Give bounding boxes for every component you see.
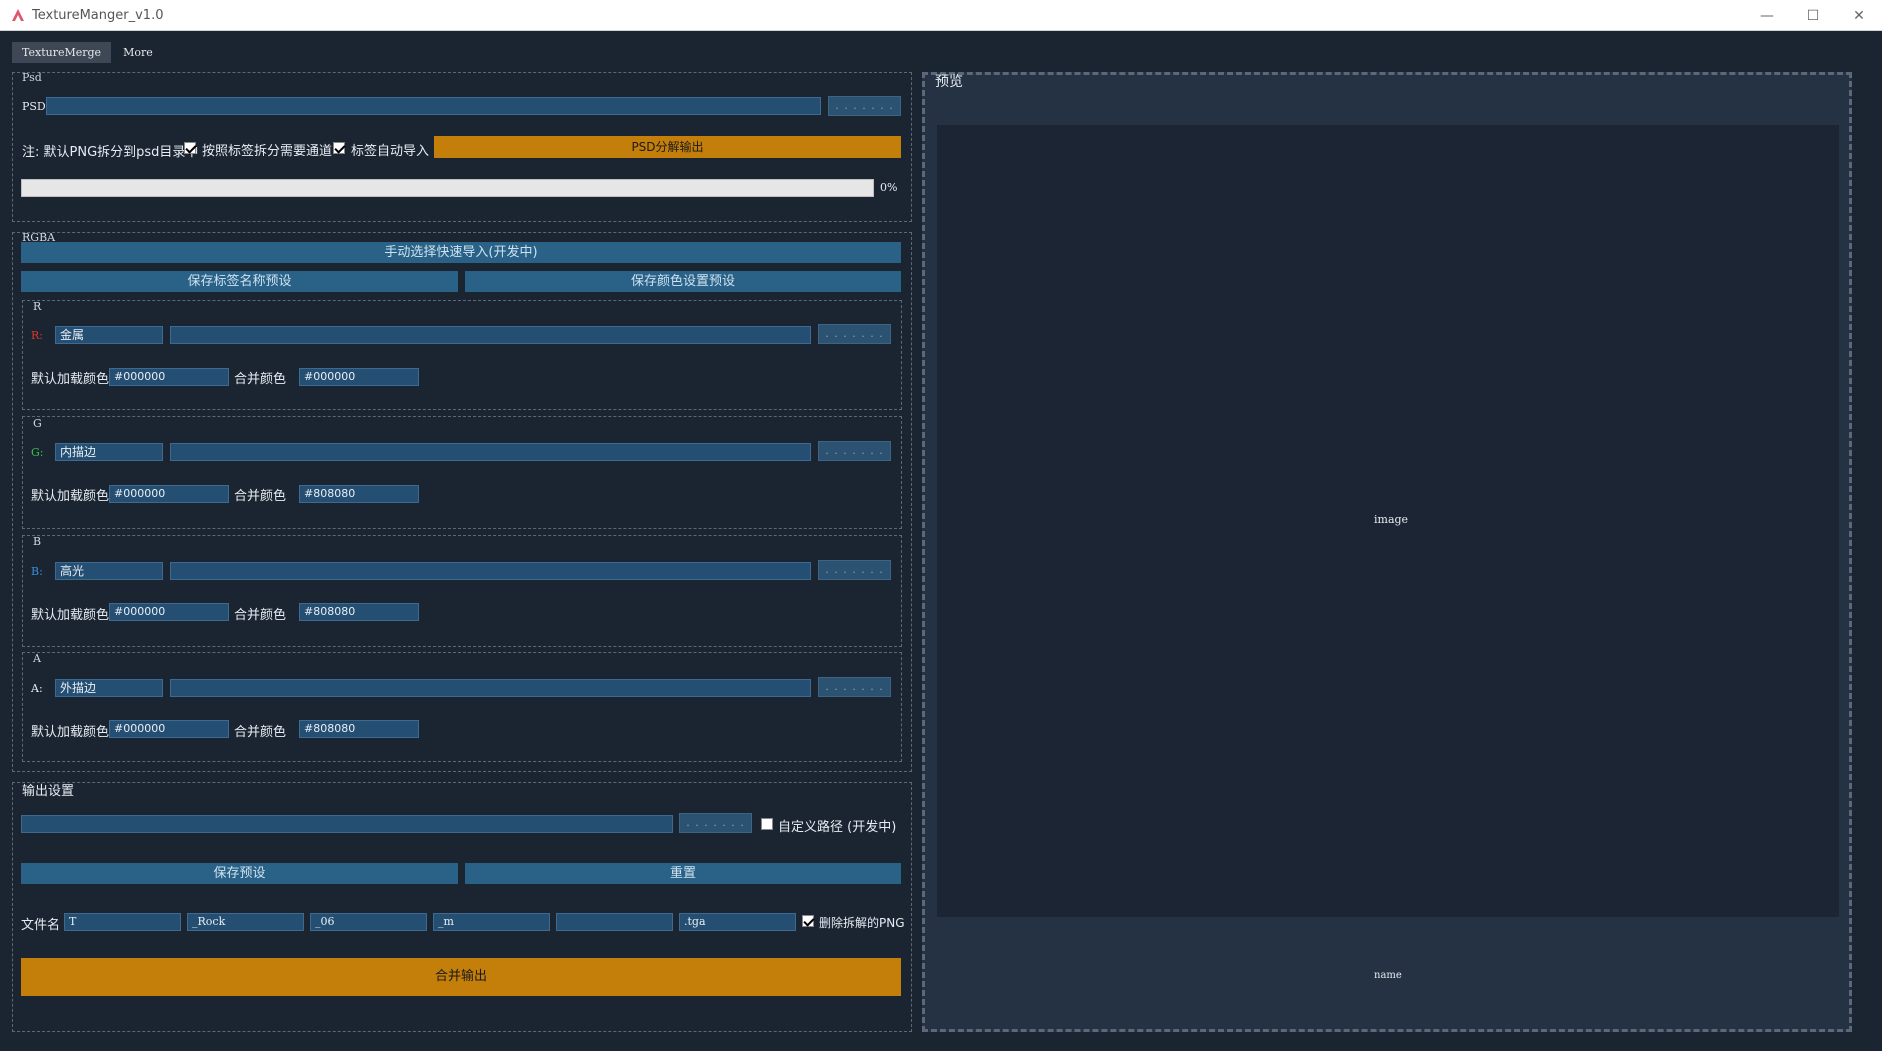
channel-b-merge-color-label: 合并颜色 <box>234 608 287 623</box>
channel-r-default-color-input[interactable]: #000000 <box>109 368 229 386</box>
channel-a-group-label: A <box>33 652 41 665</box>
channel-b-group <box>22 535 902 647</box>
tab-bar: TextureMerge More <box>12 42 163 63</box>
channel-g-path-input[interactable] <box>170 443 811 461</box>
psd-export-button[interactable]: PSD分解输出 <box>434 136 901 158</box>
output-group-label: 输出设置 <box>22 784 75 799</box>
channel-r-merge-color-label: 合并颜色 <box>234 372 287 387</box>
channel-r-group <box>22 300 902 410</box>
channel-g-merge-color-input[interactable]: #808080 <box>299 485 419 503</box>
minimize-button[interactable]: — <box>1744 0 1790 31</box>
image-placeholder: image <box>1374 513 1409 526</box>
channel-g-group-label: G <box>33 417 42 430</box>
channel-g-tag-input[interactable]: 内描边 <box>55 443 163 461</box>
channel-g-prefix: G: <box>31 446 44 459</box>
channel-b-default-color-input[interactable]: #000000 <box>109 603 229 621</box>
channel-a-group <box>22 652 902 762</box>
channel-b-tag-input[interactable]: 高光 <box>55 562 163 580</box>
custom-path-checkbox[interactable] <box>761 818 773 830</box>
custom-path-label: 自定义路径 (开发中) <box>778 820 897 835</box>
channel-r-merge-color-input[interactable]: #000000 <box>299 368 419 386</box>
window-title: TextureManger_v1.0 <box>32 7 164 23</box>
psd-field-label: PSD <box>22 100 46 113</box>
channel-a-default-color-input[interactable]: #000000 <box>109 720 229 738</box>
channel-a-merge-color-input[interactable]: #808080 <box>299 720 419 738</box>
tab-more[interactable]: More <box>113 42 163 63</box>
channel-a-default-color-label: 默认加载颜色 <box>31 725 110 740</box>
filename-label: 文件名 <box>21 918 61 933</box>
channel-b-browse-button[interactable]: . . . . . . . <box>818 560 891 580</box>
save-preset-button[interactable]: 保存预设 <box>21 863 458 884</box>
psd-path-input[interactable] <box>46 97 821 115</box>
psd-browse-button[interactable]: . . . . . . . <box>828 96 901 116</box>
app-icon <box>12 9 24 21</box>
channel-b-merge-color-input[interactable]: #808080 <box>299 603 419 621</box>
merge-output-button[interactable]: 合并输出 <box>21 958 901 996</box>
channel-a-browse-button[interactable]: . . . . . . . <box>818 677 891 697</box>
progress-label: 0% <box>880 181 898 194</box>
quick-import-button[interactable]: 手动选择快速导入(开发中) <box>21 242 901 263</box>
tab-texturemerge[interactable]: TextureMerge <box>12 42 112 63</box>
close-button[interactable]: ✕ <box>1836 0 1882 31</box>
maximize-button[interactable]: ☐ <box>1790 0 1836 31</box>
save-color-preset-button[interactable]: 保存颜色设置预设 <box>465 271 901 292</box>
psd-group-label: Psd <box>22 71 42 84</box>
psd-progress-bar <box>21 179 874 197</box>
filename-part-2[interactable]: _Rock <box>187 913 304 931</box>
filename-part-6[interactable]: .tga <box>679 913 796 931</box>
channel-b-path-input[interactable] <box>170 562 811 580</box>
channel-r-group-label: R <box>33 300 42 313</box>
channel-r-prefix: R: <box>31 329 43 342</box>
preview-label: 预览 <box>935 74 963 90</box>
split-by-tag-checkbox[interactable] <box>184 142 196 154</box>
psd-note: 注: 默认PNG拆分到psd目录中 <box>22 145 199 160</box>
channel-g-merge-color-label: 合并颜色 <box>234 489 287 504</box>
name-placeholder: name <box>1374 970 1402 981</box>
preview-image-area: image <box>937 125 1839 917</box>
channel-r-path-input[interactable] <box>170 326 811 344</box>
filename-part-3[interactable]: _06 <box>310 913 427 931</box>
channel-b-prefix: B: <box>31 565 43 578</box>
channel-b-default-color-label: 默认加载颜色 <box>31 608 110 623</box>
channel-g-browse-button[interactable]: . . . . . . . <box>818 441 891 461</box>
channel-g-group <box>22 416 902 529</box>
channel-a-prefix: A: <box>31 682 43 695</box>
channel-r-default-color-label: 默认加载颜色 <box>31 372 110 387</box>
delete-png-label: 删除拆解的PNG <box>819 916 905 930</box>
filename-part-5[interactable] <box>556 913 673 931</box>
auto-import-checkbox[interactable] <box>333 142 345 154</box>
channel-g-default-color-label: 默认加载颜色 <box>31 489 110 504</box>
channel-g-default-color-input[interactable]: #000000 <box>109 485 229 503</box>
delete-png-checkbox[interactable] <box>802 915 814 927</box>
channel-r-tag-input[interactable]: 金属 <box>55 326 163 344</box>
preview-panel: 预览 image name <box>922 72 1852 1032</box>
auto-import-label: 标签自动导入 <box>351 144 430 159</box>
title-bar: TextureManger_v1.0 — ☐ ✕ <box>0 0 1882 31</box>
filename-part-1[interactable]: T <box>64 913 181 931</box>
output-path-input[interactable] <box>21 815 673 833</box>
channel-b-group-label: B <box>33 535 42 548</box>
filename-part-4[interactable]: _m <box>433 913 550 931</box>
save-tag-preset-button[interactable]: 保存标签名称预设 <box>21 271 458 292</box>
channel-a-merge-color-label: 合并颜色 <box>234 725 287 740</box>
channel-r-browse-button[interactable]: . . . . . . . <box>818 324 891 344</box>
channel-a-tag-input[interactable]: 外描边 <box>55 679 163 697</box>
output-browse-button[interactable]: . . . . . . . <box>679 813 752 833</box>
reset-button[interactable]: 重置 <box>465 863 901 884</box>
channel-a-path-input[interactable] <box>170 679 811 697</box>
split-by-tag-label: 按照标签拆分需要通道 <box>202 144 333 159</box>
